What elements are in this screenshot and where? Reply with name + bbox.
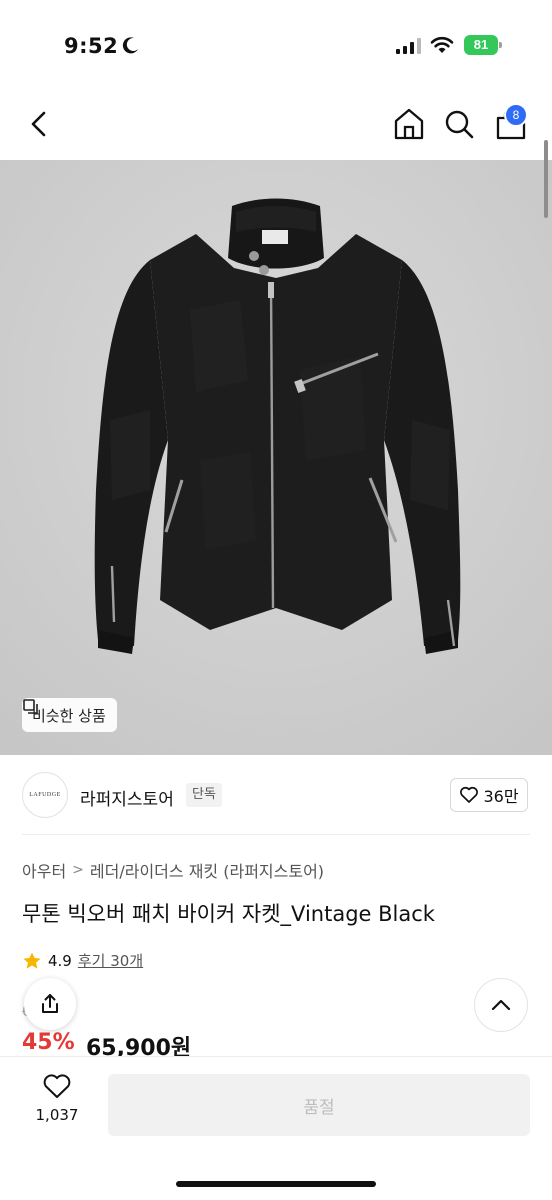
- battery-icon: 81: [464, 35, 502, 55]
- wishlist-button[interactable]: 1,037: [22, 1073, 92, 1135]
- sold-out-button[interactable]: 품절: [108, 1074, 530, 1136]
- store-name[interactable]: 라퍼지스토어: [80, 785, 174, 810]
- store-like-button[interactable]: 36만: [450, 778, 528, 812]
- similar-icon: [23, 699, 38, 714]
- wishlist-count: 1,037: [35, 1106, 79, 1124]
- store-logo-text: LAFUDGE: [29, 792, 61, 798]
- battery-level: 81: [464, 35, 498, 55]
- product-image[interactable]: 비슷한 상품: [0, 160, 552, 755]
- status-bar: 9:52 81: [0, 0, 552, 92]
- scrollbar[interactable]: [544, 140, 548, 218]
- status-time: 9:52: [64, 34, 119, 58]
- store-like-count: 36만: [483, 787, 519, 806]
- signal-icon: [396, 38, 421, 54]
- store-logo[interactable]: LAFUDGE: [22, 772, 68, 818]
- scroll-top-button[interactable]: [474, 978, 528, 1032]
- cart-count-badge: 8: [504, 103, 528, 127]
- product-title: 무톤 빅오버 패치 바이커 자켓_Vintage Black: [22, 902, 435, 926]
- rating-value: 4.9: [48, 951, 72, 970]
- similar-products-button[interactable]: 비슷한 상품: [22, 698, 117, 732]
- home-icon[interactable]: [392, 106, 426, 142]
- bottom-purchase-bar: 1,037 품절: [0, 1056, 552, 1200]
- heart-icon: [43, 1074, 71, 1098]
- star-icon: [23, 952, 41, 969]
- share-icon: [42, 994, 58, 1013]
- search-icon[interactable]: [442, 106, 476, 142]
- exclusive-tag: 단독: [186, 783, 222, 807]
- breadcrumb-level1[interactable]: 아우터: [22, 858, 66, 882]
- rating-row: 4.9 후기 30개: [22, 950, 143, 971]
- jacket-photo: [0, 160, 552, 755]
- discount-rate: 45%: [22, 1030, 75, 1055]
- similar-products-label: 비슷한 상품: [32, 706, 106, 725]
- breadcrumb-separator: >: [72, 862, 84, 878]
- divider: [22, 834, 530, 835]
- heart-icon: [460, 786, 479, 803]
- moon-icon: [122, 37, 138, 54]
- breadcrumb: 아우터 > 레더/라이더스 재킷 (라퍼지스토어): [22, 858, 324, 882]
- review-link[interactable]: 후기 30개: [78, 950, 143, 971]
- home-indicator: [176, 1181, 376, 1187]
- back-icon[interactable]: [24, 106, 56, 142]
- chevron-up-icon: [491, 999, 511, 1011]
- top-nav-bar: [0, 92, 552, 160]
- store-row: LAFUDGE 라퍼지스토어 단독 36만: [0, 768, 552, 828]
- share-button[interactable]: [24, 978, 76, 1030]
- wifi-icon: [430, 36, 454, 53]
- breadcrumb-level2[interactable]: 레더/라이더스 재킷 (라퍼지스토어): [90, 858, 324, 882]
